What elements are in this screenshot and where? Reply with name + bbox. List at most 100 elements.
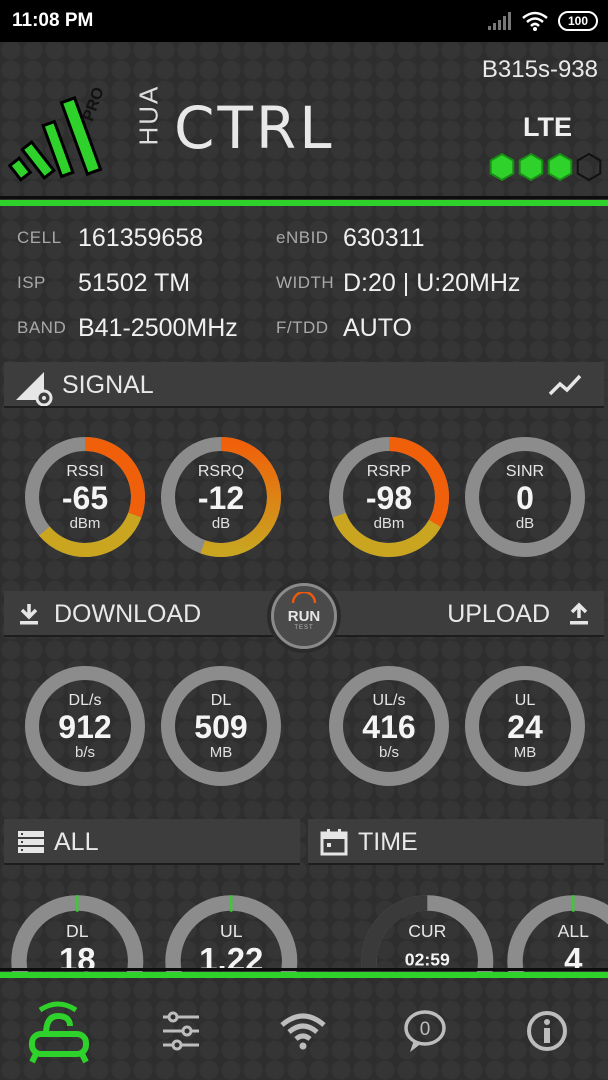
download-icon <box>20 604 38 625</box>
gauge-unit: MB <box>209 743 233 761</box>
gauge-label: UL <box>220 922 243 942</box>
header-divider <box>0 200 608 206</box>
signal-gauge-rsrp: RSRP -98 dBm <box>326 434 452 560</box>
totals-gauge-1: UL 1.22 <box>162 892 301 972</box>
download-title: DOWNLOAD <box>54 600 202 628</box>
gauge-label: DL <box>66 922 89 942</box>
ftdd-value: AUTO <box>343 314 412 342</box>
width-value: D:20 | U:20MHz <box>343 269 521 297</box>
upload-icon <box>570 602 588 625</box>
band-value: B41-2500MHz <box>78 314 238 342</box>
gauge-value: 912 <box>58 708 112 745</box>
gauge-value: 416 <box>362 708 416 745</box>
upload-title: UPLOAD <box>447 600 550 628</box>
gauge-unit: dB <box>515 514 535 532</box>
gauge-value: 509 <box>194 708 248 745</box>
totals-gauge-3: ALL 4 <box>504 892 608 972</box>
gauge-value: -12 <box>197 479 245 516</box>
time-title: TIME <box>358 828 418 856</box>
all-section-bar[interactable]: ALL <box>4 819 300 865</box>
band-label: BAND <box>17 318 67 337</box>
transfer-gauge-2: UL/s 416 b/s <box>326 663 452 789</box>
transfer-gauge-0: DL/s 912 b/s <box>22 663 148 789</box>
wifi-icon <box>280 1013 326 1050</box>
signal-hex-2 <box>518 152 544 182</box>
signal-chart-icon[interactable] <box>548 372 584 398</box>
run-speedtest-button[interactable]: RUN TEST <box>271 583 337 649</box>
all-title: ALL <box>54 828 99 856</box>
totals-gauges-viewport[interactable]: DL 18 UL 1.22 CUR 02:59 ALL 4 <box>0 862 608 972</box>
calendar-icon <box>320 829 348 856</box>
run-label: RUN <box>287 607 321 625</box>
signal-title: SIGNAL <box>62 371 154 399</box>
totals-gauge-2: CUR 02:59 <box>358 892 497 972</box>
gauge-label: DL <box>210 691 232 709</box>
sliders-icon <box>163 1011 199 1051</box>
gauge-label: DL/s <box>68 691 102 709</box>
gauge-label: RSRP <box>366 462 412 480</box>
logo-badge: PRO <box>80 85 108 123</box>
status-time: 11:08 PM <box>12 10 94 31</box>
isp-value: 51502 TM <box>78 269 191 297</box>
width-label: WIDTH <box>276 273 335 292</box>
cell-label: CELL <box>17 228 62 247</box>
network-type: LTE <box>523 112 572 142</box>
gauge-label: UL <box>514 691 536 709</box>
router-icon <box>29 1001 89 1064</box>
transfer-gauge-3: UL 24 MB <box>462 663 588 789</box>
gauge-label: RSRQ <box>197 462 245 480</box>
nav-messages[interactable]: 0 <box>390 996 460 1066</box>
gauge-label: ALL <box>557 922 589 942</box>
app-logo: PRO <box>8 85 108 182</box>
gauge-unit: b/s <box>378 743 399 761</box>
battery-indicator: 100 <box>558 11 598 31</box>
cell-value: 161359658 <box>78 224 204 252</box>
gauge-label: UL/s <box>372 691 406 709</box>
gauge-unit: dB <box>211 514 231 532</box>
run-sub-label: TEST <box>294 624 314 631</box>
info-icon <box>527 1011 567 1051</box>
signal-section-bar[interactable]: SIGNAL <box>4 362 604 408</box>
signal-hex-3 <box>547 152 573 182</box>
gauge-unit: b/s <box>74 743 95 761</box>
gauge-value: -65 <box>61 479 109 516</box>
totals-gauge-0: DL 18 <box>8 892 147 972</box>
isp-label: ISP <box>17 273 46 292</box>
transfer-gauge-1: DL 509 MB <box>158 663 284 789</box>
bottom-nav: 0 <box>0 982 608 1080</box>
messages-count: 0 <box>420 1019 431 1040</box>
upload-section-bar[interactable]: UPLOAD <box>332 591 604 637</box>
signal-settings-icon[interactable] <box>14 366 58 406</box>
cell-info: CELL 161359658 eNBID 630311 ISP 51502 TM… <box>0 214 608 354</box>
download-section-bar[interactable]: DOWNLOAD <box>4 591 276 637</box>
signal-hex-1 <box>489 152 515 182</box>
signal-gauge-rsrq: RSRQ -12 dB <box>158 434 284 560</box>
wifi-status-icon <box>522 11 548 31</box>
signal-strength-hexes <box>489 152 602 182</box>
gauge-unit: MB <box>513 743 537 761</box>
signal-hex-4 <box>576 152 602 182</box>
speedometer-icon <box>291 592 317 604</box>
gauge-unit: dBm <box>373 514 405 532</box>
nav-home[interactable] <box>24 996 94 1066</box>
cell-signal-icon <box>488 12 511 30</box>
brand-title: HUA CTRL <box>132 84 335 162</box>
footer-divider <box>0 972 608 978</box>
ftdd-label: F/TDD <box>276 318 329 337</box>
enbid-value: 630311 <box>343 224 425 252</box>
gauge-unit: dBm <box>69 514 101 532</box>
gauge-value: 24 <box>507 708 543 745</box>
nav-info[interactable] <box>512 996 582 1066</box>
app-header: PRO HUA CTRL B315s-938 LTE <box>0 42 608 200</box>
gauge-value: 0 <box>516 479 534 516</box>
nav-wifi[interactable] <box>268 996 338 1066</box>
nav-settings[interactable] <box>146 996 216 1066</box>
enbid-label: eNBID <box>276 228 329 247</box>
gauge-value: -98 <box>365 479 413 516</box>
brand-prefix: HUA <box>133 84 164 145</box>
gauge-label: CUR <box>408 922 447 942</box>
brand-name: CTRL <box>174 94 335 162</box>
router-model: B315s-938 <box>481 56 598 83</box>
time-section-bar[interactable]: TIME <box>308 819 604 865</box>
gauge-label: RSSI <box>66 462 104 480</box>
